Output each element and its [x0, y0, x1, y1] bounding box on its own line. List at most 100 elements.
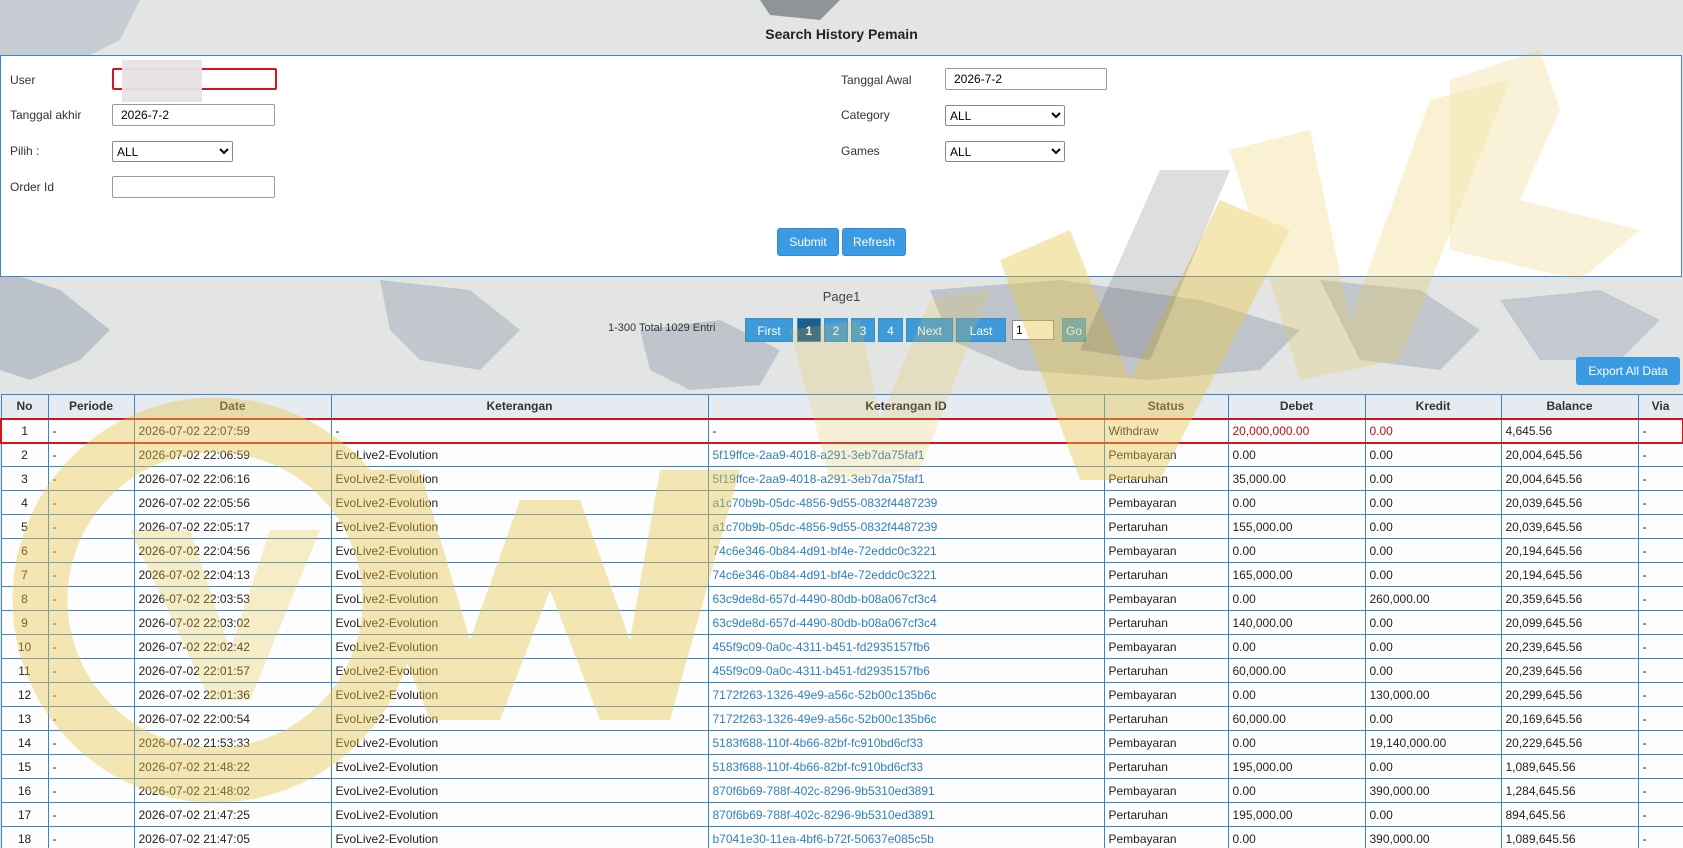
- page-1-button[interactable]: 1: [797, 318, 821, 342]
- table-row[interactable]: 5-2026-07-02 22:05:17 EvoLive2-Evolution a…: [0, 514, 1683, 539]
- cell-keterangan-id[interactable]: a1c70b9b-05dc-4856-9d55-0832f4487239: [707, 514, 1105, 539]
- cell-keterangan-id[interactable]: a1c70b9b-05dc-4856-9d55-0832f4487239: [707, 490, 1105, 515]
- cell-date: 2026-07-02 22:06:59: [133, 442, 332, 467]
- cell-no: 10: [0, 634, 49, 659]
- cell-via: -: [1637, 442, 1683, 467]
- cell-keterangan-id[interactable]: 455f9c09-0a0c-4311-b451-fd2935157fb6: [707, 634, 1105, 659]
- table-row[interactable]: 14-2026-07-02 21:53:33 EvoLive2-Evolution…: [0, 730, 1683, 755]
- table-row[interactable]: 11-2026-07-02 22:01:57 EvoLive2-Evolution…: [0, 658, 1683, 683]
- cell-date: 2026-07-02 22:03:02: [133, 610, 332, 635]
- submit-button[interactable]: Submit: [777, 228, 839, 256]
- header-keterangan[interactable]: Keterangan: [330, 394, 709, 419]
- table-row[interactable]: 1-2026-07-02 22:07:59- - Withdraw 20,000,00…: [0, 417, 1683, 444]
- cell-keterangan-id[interactable]: 7172f263-1326-49e9-a56c-52b00c135b6c: [707, 706, 1105, 731]
- cell-date: 2026-07-02 22:05:17: [133, 514, 332, 539]
- cell-keterangan-id[interactable]: 5f19ffce-2aa9-4018-a291-3eb7da75faf1: [707, 442, 1105, 467]
- cell-keterangan-id[interactable]: 455f9c09-0a0c-4311-b451-fd2935157fb6: [707, 658, 1105, 683]
- goto-page-input[interactable]: [1012, 320, 1054, 340]
- cell-balance: 20,039,645.56: [1500, 490, 1639, 515]
- cell-keterangan-id[interactable]: b7041e30-11ea-4bf6-b72f-50637e085c5b: [707, 826, 1105, 848]
- entries-info: 1-300 Total 1029 Entri: [608, 322, 716, 334]
- cell-keterangan-id[interactable]: 5183f688-110f-4b66-82bf-fc910bd6cf33: [707, 730, 1105, 755]
- next-page-button[interactable]: Next: [906, 318, 953, 342]
- cell-keterangan-id[interactable]: 63c9de8d-657d-4490-80db-b08a067cf3c4: [707, 586, 1105, 611]
- cell-balance: 20,359,645.56: [1500, 586, 1639, 611]
- table-row[interactable]: 18-2026-07-02 21:47:05 EvoLive2-Evolution…: [0, 826, 1683, 848]
- cell-periode: -: [47, 634, 135, 659]
- tanggal-awal-label: Tanggal Awal: [841, 73, 912, 87]
- cell-via: -: [1637, 754, 1683, 779]
- cell-keterangan-id[interactable]: 870f6b69-788f-402c-8296-9b5310ed3891: [707, 778, 1105, 803]
- page-4-button[interactable]: 4: [878, 318, 903, 342]
- header-status[interactable]: Status: [1103, 394, 1229, 419]
- cell-keterangan: EvoLive2-Evolution: [330, 466, 709, 491]
- cell-no: 14: [0, 730, 49, 755]
- cell-date: 2026-07-02 21:48:02: [133, 778, 332, 803]
- tanggal-awal-input[interactable]: [945, 68, 1107, 90]
- cell-keterangan-id[interactable]: 74c6e346-0b84-4d91-bf4e-72eddc0c3221: [707, 538, 1105, 563]
- redacted-user-value: [122, 60, 202, 102]
- table-row[interactable]: 7-2026-07-02 22:04:13 EvoLive2-Evolution 7…: [0, 562, 1683, 587]
- cell-balance: 1,089,645.56: [1500, 754, 1639, 779]
- header-debet[interactable]: Debet: [1227, 394, 1366, 419]
- header-date[interactable]: Date: [133, 394, 332, 419]
- table-row[interactable]: 15-2026-07-02 21:48:22 EvoLive2-Evolution…: [0, 754, 1683, 779]
- cell-keterangan: EvoLive2-Evolution: [330, 610, 709, 635]
- cell-kredit: 0.00: [1364, 442, 1502, 467]
- order-id-input[interactable]: [112, 176, 275, 198]
- table-row[interactable]: 8-2026-07-02 22:03:53 EvoLive2-Evolution 6…: [0, 586, 1683, 611]
- cell-debet: 0.00: [1227, 442, 1366, 467]
- games-select[interactable]: ALL: [945, 141, 1065, 162]
- first-page-button[interactable]: First: [745, 318, 793, 342]
- table-row[interactable]: 12-2026-07-02 22:01:36 EvoLive2-Evolution…: [0, 682, 1683, 707]
- table-body: 1-2026-07-02 22:07:59- - Withdraw 20,000,00…: [0, 417, 1683, 848]
- go-button[interactable]: Go: [1062, 318, 1086, 342]
- table-row[interactable]: 2-2026-07-02 22:06:59 EvoLive2-Evolution 5…: [0, 442, 1683, 467]
- cell-status: Pertaruhan: [1103, 802, 1229, 827]
- cell-keterangan-id[interactable]: 870f6b69-788f-402c-8296-9b5310ed3891: [707, 802, 1105, 827]
- refresh-button[interactable]: Refresh: [842, 228, 906, 256]
- table-row[interactable]: 6-2026-07-02 22:04:56 EvoLive2-Evolution 7…: [0, 538, 1683, 563]
- cell-status: Pertaruhan: [1103, 562, 1229, 587]
- cell-keterangan: EvoLive2-Evolution: [330, 514, 709, 539]
- cell-balance: 20,239,645.56: [1500, 634, 1639, 659]
- page-3-button[interactable]: 3: [851, 318, 875, 342]
- table-row[interactable]: 13-2026-07-02 22:00:54 EvoLive2-Evolution…: [0, 706, 1683, 731]
- header-kredit[interactable]: Kredit: [1364, 394, 1502, 419]
- header-periode[interactable]: Periode: [47, 394, 135, 419]
- export-all-data-button[interactable]: Export All Data: [1576, 357, 1680, 385]
- cell-status: Pembayaran: [1103, 634, 1229, 659]
- cell-keterangan-id[interactable]: 74c6e346-0b84-4d91-bf4e-72eddc0c3221: [707, 562, 1105, 587]
- cell-balance: 20,229,645.56: [1500, 730, 1639, 755]
- page-2-button[interactable]: 2: [824, 318, 848, 342]
- cell-via: -: [1637, 417, 1683, 444]
- tanggal-akhir-input[interactable]: [112, 104, 275, 126]
- cell-keterangan-id[interactable]: 5183f688-110f-4b66-82bf-fc910bd6cf33: [707, 754, 1105, 779]
- pilih-select[interactable]: ALL: [112, 141, 233, 162]
- category-select[interactable]: ALL: [945, 105, 1065, 126]
- cell-debet: 155,000.00: [1227, 514, 1366, 539]
- order-id-label: Order Id: [10, 180, 55, 194]
- cell-periode: -: [47, 658, 135, 683]
- header-balance[interactable]: Balance: [1500, 394, 1639, 419]
- header-no[interactable]: No: [0, 394, 49, 419]
- cell-keterangan-id[interactable]: 7172f263-1326-49e9-a56c-52b00c135b6c: [707, 682, 1105, 707]
- cell-keterangan: EvoLive2-Evolution: [330, 562, 709, 587]
- table-row[interactable]: 17-2026-07-02 21:47:25 EvoLive2-Evolution…: [0, 802, 1683, 827]
- cell-date: 2026-07-02 22:00:54: [133, 706, 332, 731]
- cell-date: 2026-07-02 22:06:16: [133, 466, 332, 491]
- cell-no: 7: [0, 562, 49, 587]
- cell-no: 3: [0, 466, 49, 491]
- cell-periode: -: [47, 417, 135, 444]
- header-keterangan-id[interactable]: Keterangan ID: [707, 394, 1105, 419]
- table-row[interactable]: 9-2026-07-02 22:03:02 EvoLive2-Evolution 6…: [0, 610, 1683, 635]
- table-row[interactable]: 16-2026-07-02 21:48:02 EvoLive2-Evolution…: [0, 778, 1683, 803]
- table-row[interactable]: 4-2026-07-02 22:05:56 EvoLive2-Evolution a…: [0, 490, 1683, 515]
- table-row[interactable]: 10-2026-07-02 22:02:42 EvoLive2-Evolution…: [0, 634, 1683, 659]
- cell-keterangan-id[interactable]: 5f19ffce-2aa9-4018-a291-3eb7da75faf1: [707, 466, 1105, 491]
- table-row[interactable]: 3-2026-07-02 22:06:16 EvoLive2-Evolution 5…: [0, 466, 1683, 491]
- last-page-button[interactable]: Last: [956, 318, 1006, 342]
- header-via[interactable]: Via: [1637, 394, 1683, 419]
- cell-date: 2026-07-02 22:01:36: [133, 682, 332, 707]
- cell-keterangan-id[interactable]: 63c9de8d-657d-4490-80db-b08a067cf3c4: [707, 610, 1105, 635]
